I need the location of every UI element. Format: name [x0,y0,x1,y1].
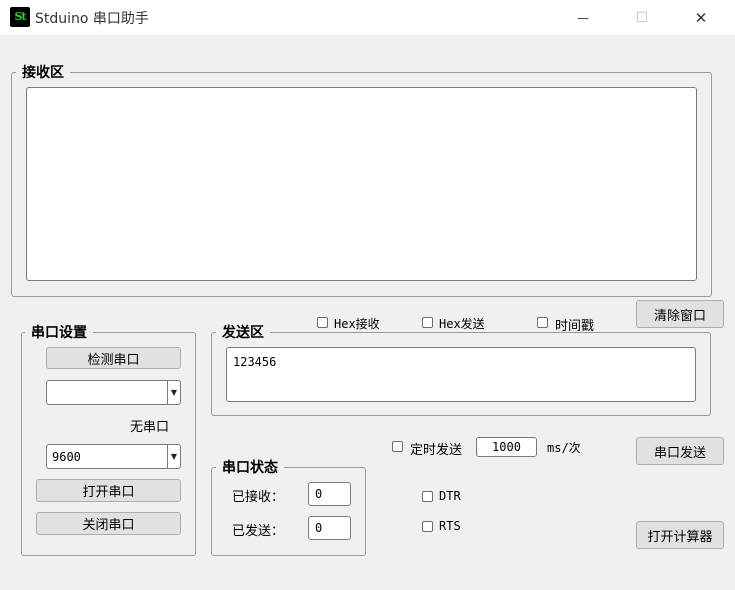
hex-receive-checkbox[interactable] [317,317,328,328]
sent-count-label: 已发送： [232,524,285,539]
port-select[interactable]: ▼ [46,380,181,405]
chevron-down-icon: ▼ [167,381,180,404]
send-textarea[interactable]: 123456 [226,347,696,402]
dtr-checkbox[interactable] [422,491,433,502]
receive-textarea[interactable] [26,87,697,281]
hex-send-checkbox[interactable] [422,317,433,328]
window-title: Stduino 串口助手 [35,11,149,27]
detect-port-button[interactable]: 检测串口 [46,347,181,369]
minimize-icon: — [577,10,589,25]
hex-send-label: Hex发送 [439,317,485,331]
close-icon: ✕ [694,8,708,27]
sent-count-value: 0 [308,516,351,540]
timed-send-label: 定时发送 [410,443,463,458]
serial-send-button[interactable]: 串口发送 [636,437,724,465]
interval-input[interactable]: 1000 [476,437,537,457]
close-button[interactable]: ✕ [678,0,724,35]
port-status-group [211,467,366,556]
open-calculator-button[interactable]: 打开计算器 [636,521,724,549]
maximize-button[interactable]: ☐ [619,0,665,35]
maximize-icon: ☐ [635,9,649,26]
port-settings-legend: 串口设置 [25,322,93,342]
baud-rate-select[interactable]: 9600 ▼ [46,444,181,469]
port-status-legend: 串口状态 [216,457,284,477]
clear-window-button[interactable]: 清除窗口 [636,300,724,328]
chevron-down-icon: ▼ [167,445,180,468]
rts-checkbox[interactable] [422,521,433,532]
send-legend: 发送区 [216,322,270,342]
rts-label: RTS [439,519,461,533]
close-port-button[interactable]: 关闭串口 [36,512,181,535]
receive-legend: 接收区 [16,62,70,82]
received-count-label: 已接收： [232,490,285,505]
dtr-label: DTR [439,489,461,503]
hex-receive-label: Hex接收 [334,317,380,331]
received-count-value: 0 [308,482,351,506]
interval-unit-label: ms/次 [547,441,581,455]
title-bar: St Stduino 串口助手 — ☐ ✕ [0,0,735,35]
minimize-button[interactable]: — [560,0,606,35]
timestamp-checkbox[interactable] [537,317,548,328]
baud-rate-value: 9600 [52,450,81,464]
app-icon: St [10,7,30,27]
open-port-button[interactable]: 打开串口 [36,479,181,502]
no-port-label: 无串口 [130,420,170,435]
timed-send-checkbox[interactable] [392,441,403,452]
